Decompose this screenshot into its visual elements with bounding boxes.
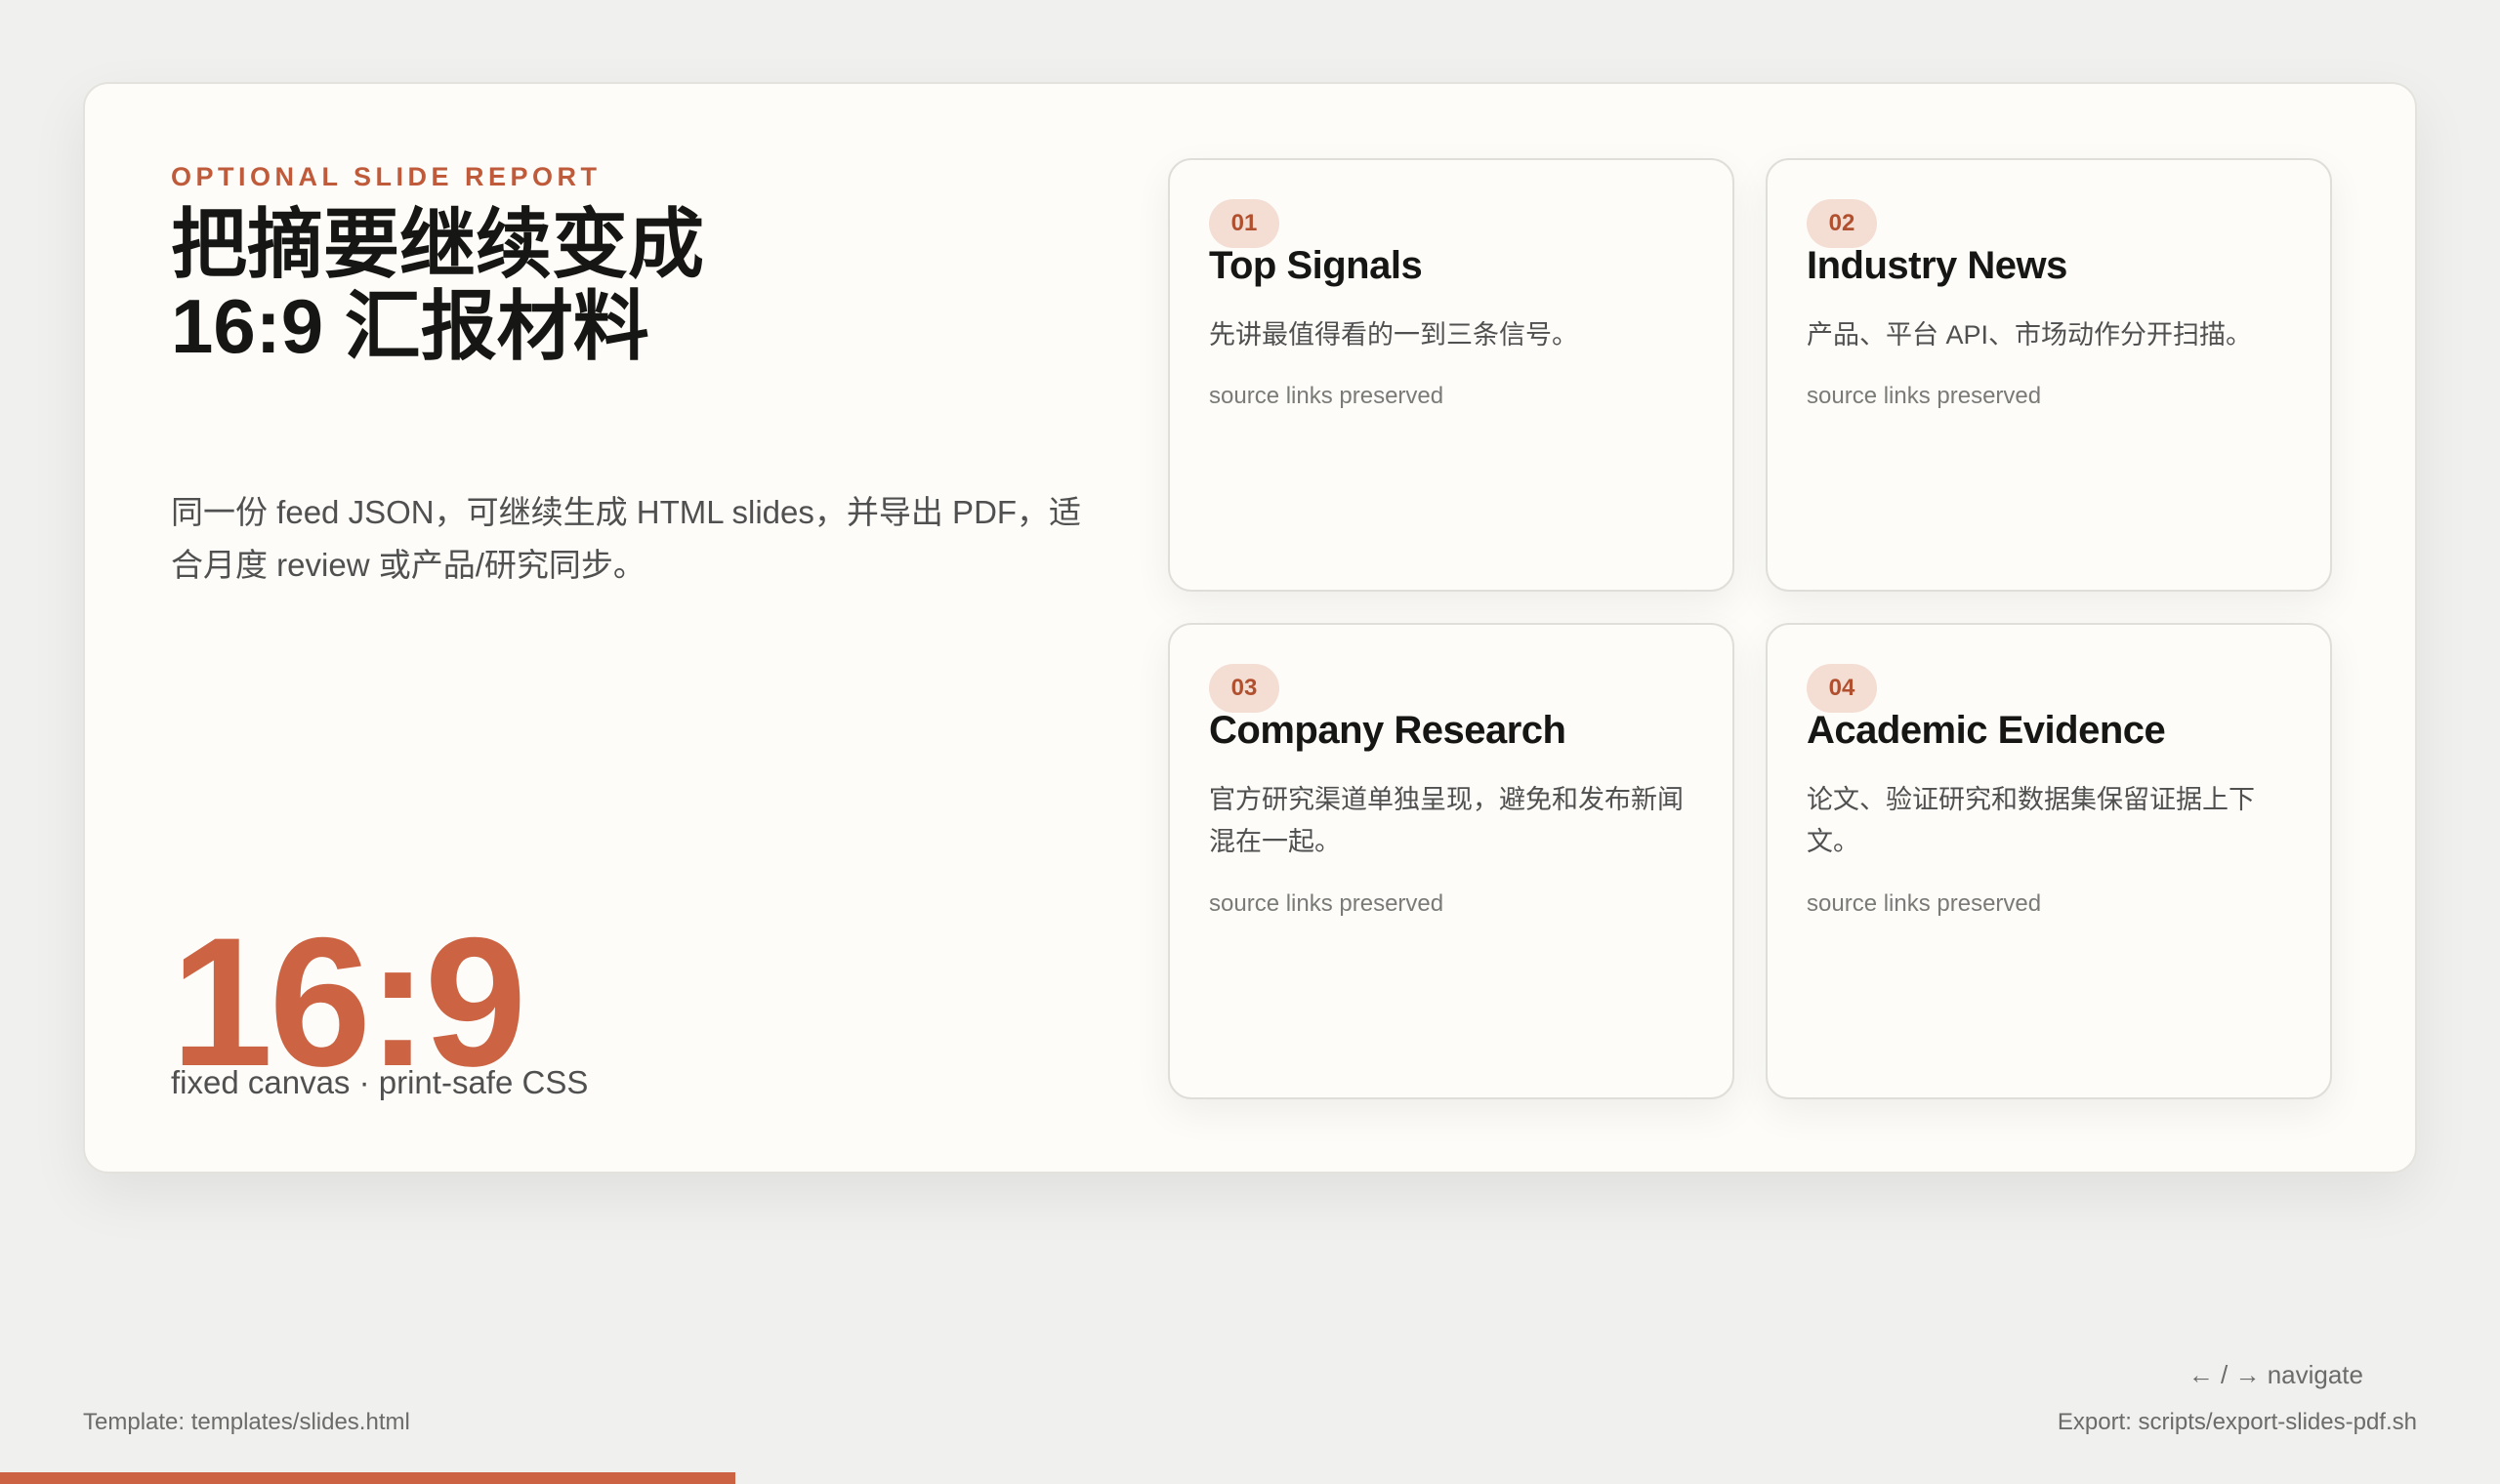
- card-source-note: source links preserved: [1209, 890, 1444, 917]
- card-source-note: source links preserved: [1807, 890, 2042, 917]
- slide-progress-bar: [0, 1472, 2500, 1484]
- slide-title: 把摘要继续变成 16:9 汇报材料: [171, 203, 1108, 367]
- card-source-note: source links preserved: [1807, 383, 2042, 409]
- card-title: Top Signals: [1209, 244, 1423, 287]
- card-title: Academic Evidence: [1807, 709, 2166, 752]
- card-number-badge: 04: [1807, 664, 1877, 713]
- slide-description: 同一份 feed JSON，可继续生成 HTML slides，并导出 PDF，…: [171, 494, 1082, 583]
- card-description: 先讲最值得看的一到三条信号。: [1209, 320, 1578, 350]
- template-path-note: Template: templates/slides.html: [83, 1409, 410, 1435]
- slide-canvas: OPTIONAL SLIDE REPORT 把摘要继续变成 16:9 汇报材料 …: [83, 82, 2417, 1174]
- card-number-badge: 01: [1209, 199, 1279, 248]
- section-card-top-signals: 01 Top Signals 先讲最值得看的一到三条信号。 source lin…: [1168, 158, 1734, 592]
- card-description: 产品、平台 API、市场动作分开扫描。: [1807, 320, 2253, 350]
- card-title: Industry News: [1807, 244, 2067, 287]
- card-source-note: source links preserved: [1209, 383, 1444, 409]
- card-description: 论文、验证研究和数据集保留证据上下文。: [1807, 785, 2255, 856]
- export-script-note: Export: scripts/export-slides-pdf.sh: [2057, 1409, 2417, 1435]
- card-title: Company Research: [1209, 709, 1566, 752]
- slide-progress-fill: [0, 1472, 735, 1484]
- slide-eyebrow: OPTIONAL SLIDE REPORT: [171, 162, 602, 191]
- section-card-industry-news: 02 Industry News 产品、平台 API、市场动作分开扫描。 sou…: [1766, 158, 2332, 592]
- card-number-badge: 03: [1209, 664, 1279, 713]
- keyboard-navigation-hint: ← / → navigate: [2188, 1360, 2363, 1389]
- card-description: 官方研究渠道单独呈现，避免和发布新闻混在一起。: [1209, 785, 1684, 856]
- slide-title-line-2: 16:9 汇报材料: [171, 283, 649, 369]
- section-card-company-research: 03 Company Research 官方研究渠道单独呈现，避免和发布新闻混在…: [1168, 623, 1734, 1099]
- aspect-ratio-caption: fixed canvas · print-safe CSS: [171, 1064, 589, 1100]
- card-number-badge: 02: [1807, 199, 1877, 248]
- slide-title-line-1: 把摘要继续变成: [171, 201, 705, 287]
- section-card-academic-evidence: 04 Academic Evidence 论文、验证研究和数据集保留证据上下文。…: [1766, 623, 2332, 1099]
